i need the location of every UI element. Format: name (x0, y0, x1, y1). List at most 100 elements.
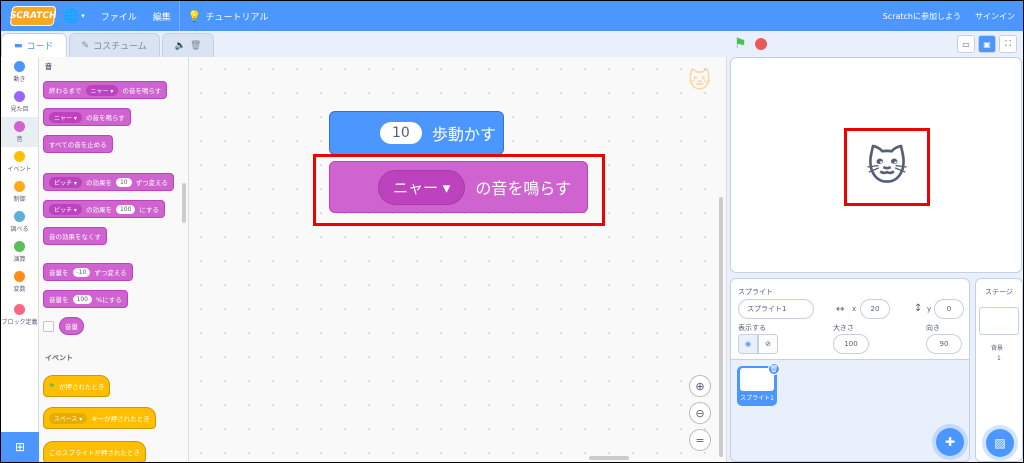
show-label: 表示する (738, 324, 766, 332)
category-variables[interactable]: 変数 (1, 267, 38, 297)
sprite-thumb-label: スプライト1 (740, 395, 774, 402)
category-menu: 動き 見た目 音 イベント 制御 調べる 演算 変数 ブロック定義 ⊞ (1, 57, 39, 462)
small-stage-button[interactable]: ▭ (957, 35, 975, 53)
image-add-icon: ▨ (994, 436, 1006, 450)
tab-sounds[interactable]: 🔈 🗑 (161, 33, 215, 57)
effect-dropdown[interactable]: ピッチ ▾ (49, 203, 82, 215)
sign-in-link[interactable]: サインイン (975, 11, 1015, 22)
stage-thumbnail[interactable] (979, 307, 1019, 335)
choose-backdrop-button[interactable]: ▨ (986, 429, 1014, 457)
lightbulb-icon: 💡 (187, 9, 202, 23)
block-start-sound[interactable]: ニャー ▾ の音を鳴らす (43, 108, 131, 126)
number-input[interactable]: -10 (72, 267, 91, 277)
size-input[interactable]: 100 (833, 334, 869, 354)
palette-scrollbar[interactable] (182, 183, 186, 223)
join-scratch-link[interactable]: Scratchに参加しよう (883, 11, 961, 22)
equals-icon: = (695, 433, 705, 447)
zoom-out-icon: ⊖ (695, 406, 705, 420)
block-play-sound-until-done[interactable]: 終わるまで ニャー ▾ の音を鳴らす (43, 81, 168, 99)
small-stage-icon: ▭ (962, 39, 970, 49)
block-volume-reporter[interactable]: 音量 (59, 317, 84, 335)
sprite-highlight-box: 🐱 (844, 128, 930, 206)
y-input[interactable]: 0 (934, 299, 964, 319)
stage-selector-pane[interactable]: ステージ 背景 1 ▨ (975, 278, 1023, 462)
tutorials-label: チュートリアル (205, 12, 269, 23)
block-change-effect[interactable]: ピッチ ▾ の効果を 10 ずつ変える (43, 173, 174, 191)
zoom-in-icon: ⊕ (695, 379, 705, 393)
category-dot (14, 91, 25, 102)
sound-dropdown[interactable]: ニャー ▾ (49, 111, 82, 123)
zoom-out-button[interactable]: ⊖ (689, 402, 711, 424)
category-dot (14, 241, 25, 252)
fullscreen-button[interactable]: ⛶ (999, 35, 1017, 53)
zoom-reset-button[interactable]: = (689, 429, 711, 451)
sprite-name-input[interactable]: スプライト1 (738, 299, 814, 319)
edit-menu[interactable]: 編集 (145, 1, 179, 31)
sound-select-dropdown[interactable]: ニャー ▾ (378, 169, 466, 205)
category-dot (14, 304, 25, 315)
steps-input[interactable]: 10 (380, 122, 422, 144)
effect-dropdown[interactable]: ピッチ ▾ (49, 176, 82, 188)
category-operators[interactable]: 演算 (1, 237, 38, 267)
number-input[interactable]: 100 (115, 204, 136, 214)
scratch-editor: SCRATCH 🌐 ▾ ファイル 編集 💡 チュートリアル Scratchに参加… (1, 1, 1023, 462)
scratch-logo[interactable]: SCRATCH (9, 6, 57, 26)
delete-sprite-button[interactable]: 🗑 (768, 363, 780, 375)
tab-code[interactable]: ▬ コード (1, 33, 67, 57)
sound-block-label: の音を鳴らす (475, 179, 572, 198)
category-dot (14, 121, 25, 132)
trash-icon: 🗑 (190, 40, 202, 51)
language-menu[interactable]: 🌐 ▾ (55, 1, 93, 31)
x-label: x (852, 305, 857, 313)
block-when-sprite-clicked[interactable]: このスプライトが押されたとき (43, 441, 146, 462)
fullscreen-icon: ⛶ (1005, 39, 1011, 48)
file-menu[interactable]: ファイル (93, 1, 145, 31)
x-input[interactable]: 20 (860, 299, 890, 319)
block-when-flag-clicked[interactable]: ⚑ が押されたとき (43, 375, 111, 397)
number-input[interactable]: 100 (72, 294, 92, 304)
backdrops-count: 1 (997, 355, 1001, 362)
show-hidden-button[interactable]: ⊘ (758, 334, 778, 354)
block-move-steps[interactable]: 10 歩動かす (329, 111, 504, 155)
block-change-volume[interactable]: 音量を -10 ずつ変える (43, 263, 133, 281)
palette-header-events: イベント (45, 354, 73, 362)
category-sensing[interactable]: 調べる (1, 207, 38, 237)
y-label: y (927, 305, 932, 313)
category-dot (14, 151, 25, 162)
category-looks[interactable]: 見た目 (1, 87, 38, 117)
size-label: 大きさ (833, 324, 854, 332)
workspace-scrollbar-vertical[interactable] (719, 197, 723, 457)
block-stop-all-sounds[interactable]: すべての音を止める (43, 135, 113, 153)
sound-dropdown[interactable]: ニャー ▾ (85, 84, 119, 96)
block-clear-sound-effects[interactable]: 音の効果をなくす (43, 227, 107, 245)
category-events[interactable]: イベント (1, 147, 38, 177)
block-set-effect[interactable]: ピッチ ▾ の効果を 100 にする (43, 200, 165, 218)
category-my-blocks[interactable]: ブロック定義 (1, 297, 38, 333)
large-stage-button[interactable]: ▣ (978, 35, 996, 53)
direction-input[interactable]: 90 (926, 334, 962, 354)
workspace-scrollbar-horizontal[interactable] (589, 456, 629, 460)
category-sound[interactable]: 音 (1, 117, 38, 147)
green-flag-icon[interactable]: ⚑ (734, 36, 747, 52)
add-extension-button[interactable]: ⊞ (1, 432, 39, 462)
zoom-in-button[interactable]: ⊕ (689, 375, 711, 397)
tab-costumes[interactable]: ✎ コスチューム (68, 33, 160, 57)
script-workspace[interactable]: 🐱 10 歩動かす ニャー ▾ の音を鳴らす ⊕ ⊖ = (189, 57, 727, 462)
block-start-sound-workspace[interactable]: ニャー ▾ の音を鳴らす (329, 161, 588, 213)
stop-icon[interactable] (754, 38, 767, 50)
palette-header-sound: 音 (45, 63, 52, 71)
tutorials-menu[interactable]: 💡 チュートリアル (180, 1, 277, 31)
cat-sprite-icon[interactable]: 🐱 (866, 144, 908, 190)
y-arrows-icon: ↕ (914, 303, 923, 314)
show-visible-button[interactable]: ◉ (738, 334, 758, 354)
tab-costumes-label: コスチューム (93, 42, 147, 52)
choose-sprite-button[interactable]: ✚ (936, 428, 964, 456)
number-input[interactable]: 10 (115, 177, 132, 187)
block-set-volume[interactable]: 音量を 100 %にする (43, 290, 128, 308)
key-dropdown[interactable]: スペース ▾ (49, 412, 88, 424)
block-when-key-pressed[interactable]: スペース ▾ キーが押されたとき (43, 407, 156, 429)
category-control[interactable]: 制御 (1, 177, 38, 207)
volume-monitor-checkbox[interactable] (43, 321, 54, 332)
category-motion[interactable]: 動き (1, 57, 38, 87)
stage[interactable]: 🐱 (730, 57, 1022, 273)
